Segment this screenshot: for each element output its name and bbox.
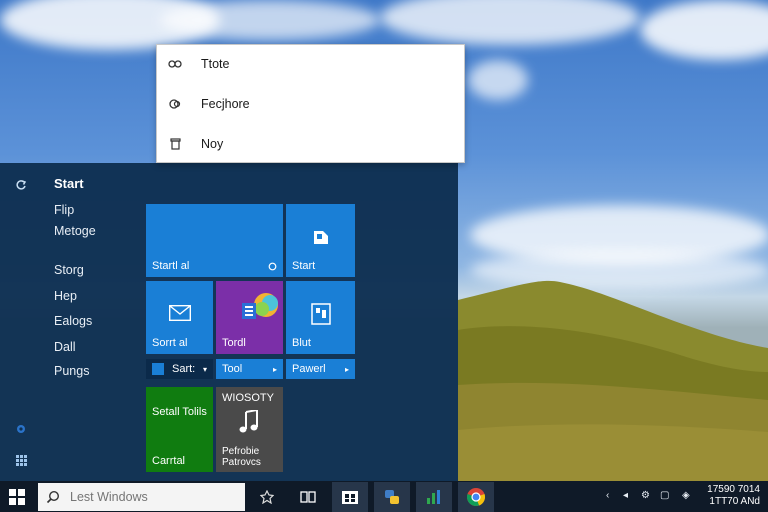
windows-logo-icon xyxy=(9,489,25,505)
tile-green-setall[interactable]: Setall Tolils Carrtal xyxy=(146,387,213,472)
windows-start-button[interactable] xyxy=(6,487,28,507)
context-menu-label: Fecjhore xyxy=(201,97,250,111)
chevron-up-icon[interactable]: ‹ xyxy=(606,490,609,501)
tile-startl-al[interactable]: Startl al xyxy=(146,204,283,277)
taskbar: ‹ ◂ ⚙ ▢ ◈ 17590 7014 1TT70 ANd xyxy=(0,481,768,512)
search-icon xyxy=(46,490,60,504)
photos-icon xyxy=(240,291,280,325)
menu-link-metoge[interactable]: Metoge xyxy=(54,224,96,238)
volume-icon[interactable]: ◈ xyxy=(682,490,690,501)
tile-mail[interactable]: Sorrt al xyxy=(146,281,213,354)
bar-label: Pawerl xyxy=(292,363,326,375)
chrome-browser-icon[interactable] xyxy=(458,482,494,512)
menu-link-hep[interactable]: Hep xyxy=(54,289,77,303)
context-menu: Ttote Fecjhore Noy xyxy=(156,44,465,163)
bar-label: Sart: xyxy=(172,363,196,375)
network-icon[interactable]: ◂ xyxy=(623,490,628,501)
tile-bar-pawerl[interactable]: Pawerl ▸ xyxy=(286,359,355,379)
tile-bar-tool[interactable]: Tool ▸ xyxy=(216,359,283,379)
taskbar-pin-icon[interactable] xyxy=(249,482,285,512)
share-icon xyxy=(167,96,183,112)
context-menu-item-fecjhore[interactable]: Fecjhore xyxy=(157,85,464,123)
taskbar-clock[interactable]: 17590 7014 1TT70 ANd xyxy=(707,484,760,508)
context-menu-item-ttote[interactable]: Ttote xyxy=(157,45,464,83)
document-icon xyxy=(310,303,332,325)
tile-label: Start xyxy=(292,260,316,272)
context-menu-label: Noy xyxy=(201,137,224,151)
app-icon xyxy=(152,363,164,375)
trash-icon xyxy=(167,136,183,152)
tile-label: Startl al xyxy=(152,260,190,272)
chevron-right-icon: ▸ xyxy=(272,364,277,374)
store-icon xyxy=(310,226,332,248)
tile-music[interactable]: WIOSOTY Pefrobie Patrovcs xyxy=(216,387,283,472)
clock-time: 17590 7014 xyxy=(707,484,760,495)
chevron-right-icon: ▸ xyxy=(344,364,349,374)
tile-label: Blut xyxy=(292,337,311,349)
store-app-icon[interactable] xyxy=(332,482,368,512)
tile-label-bottom: Pefrobie Patrovcs xyxy=(222,446,261,468)
menu-link-ealogs[interactable]: Ealogs xyxy=(54,314,92,328)
tile-label: Carrtal xyxy=(152,455,186,467)
notes-tray-icon[interactable]: ▢ xyxy=(660,490,669,501)
tile-blut[interactable]: Blut xyxy=(286,281,355,354)
tile-label: Sorrt al xyxy=(152,337,188,349)
all-apps-grid-icon[interactable] xyxy=(12,451,30,469)
tile-label-top: WIOSOTY xyxy=(222,392,274,404)
python-app-icon[interactable] xyxy=(374,482,410,512)
bar-label: Tool xyxy=(222,363,243,375)
tile-label-top: Setall Tolils xyxy=(152,406,207,418)
chart-app-icon[interactable] xyxy=(416,482,452,512)
tile-bar-sart[interactable]: Sart: ▾ xyxy=(146,359,213,379)
music-note-icon xyxy=(238,409,260,435)
start-title: Start xyxy=(54,176,84,191)
task-view-icon[interactable] xyxy=(290,482,326,512)
search-input[interactable] xyxy=(70,490,240,504)
context-menu-item-noy[interactable]: Noy xyxy=(157,125,464,163)
menu-link-pungs[interactable]: Pungs xyxy=(54,364,89,378)
tile-start[interactable]: Start xyxy=(286,204,355,277)
settings-icon[interactable] xyxy=(12,420,30,438)
tile-label: Tordl xyxy=(222,337,246,349)
chevron-down-icon: ▾ xyxy=(202,364,207,374)
start-menu: Start Flip Metoge Storg Hep Ealogs Dall … xyxy=(0,163,458,481)
menu-link-dall[interactable]: Dall xyxy=(54,340,76,354)
settings-tray-icon[interactable]: ⚙ xyxy=(641,490,650,501)
menu-link-storg[interactable]: Storg xyxy=(54,263,84,277)
context-menu-label: Ttote xyxy=(201,57,230,71)
menu-link-flip[interactable]: Flip xyxy=(54,203,74,217)
mail-icon xyxy=(168,303,192,323)
taskbar-search-box[interactable] xyxy=(38,483,245,511)
link-icon xyxy=(167,56,183,72)
tile-tordl[interactable]: Tordl xyxy=(216,281,283,354)
clock-date: 1TT70 ANd xyxy=(709,496,760,507)
refresh-icon xyxy=(267,261,277,271)
back-arrow-icon[interactable] xyxy=(12,176,30,194)
